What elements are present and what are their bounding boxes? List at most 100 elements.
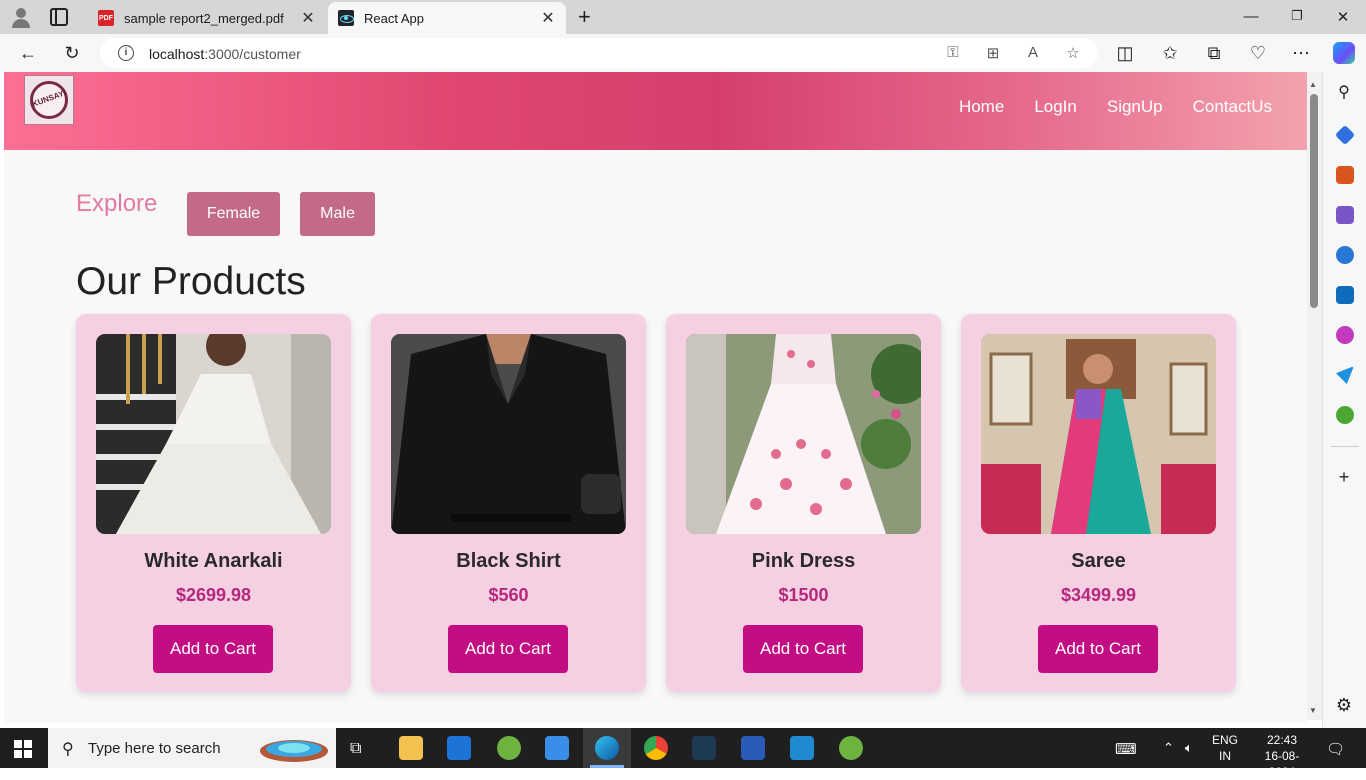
explore-label: Explore	[76, 190, 158, 217]
favorite-star-icon[interactable]: ☆	[1063, 44, 1083, 62]
split-screen-icon[interactable]: ◫	[1114, 42, 1136, 64]
settings-gear-icon[interactable]: ⚙	[1333, 694, 1355, 716]
key-icon[interactable]: ⚿	[943, 44, 963, 61]
product-card: Pink Dress $1500 Add to Cart	[666, 314, 941, 692]
vscode-icon[interactable]	[790, 736, 814, 760]
react-icon	[338, 10, 354, 26]
pdf-icon: PDF	[98, 10, 114, 26]
product-name: Saree	[1071, 550, 1126, 572]
outlook-icon[interactable]	[1336, 286, 1354, 304]
add-to-cart-button[interactable]: Add to Cart	[743, 625, 863, 673]
copilot-icon[interactable]	[1333, 42, 1355, 64]
favorites-icon[interactable]: ✩	[1159, 42, 1181, 64]
product-card: White Anarkali $2699.98 Add to Cart	[76, 314, 351, 692]
minimize-icon[interactable]: —	[1241, 8, 1261, 25]
read-aloud-icon[interactable]: A	[1023, 44, 1043, 61]
add-to-cart-button[interactable]: Add to Cart	[1038, 625, 1158, 673]
language-indicator[interactable]: ENG IN	[1212, 732, 1238, 764]
refresh-icon[interactable]: ↻	[61, 42, 83, 64]
address-bar[interactable]: i localhost:3000/customer ⚿ ⊞ A ☆	[100, 38, 1098, 68]
word-icon[interactable]	[741, 736, 765, 760]
clock[interactable]: 22:43 16-08-2024	[1252, 732, 1312, 780]
back-icon[interactable]: ←	[17, 42, 39, 64]
nav-contactus[interactable]: ContactUs	[1193, 97, 1272, 117]
product-price: $3499.99	[1060, 585, 1137, 605]
designer-icon[interactable]	[1336, 326, 1354, 344]
volume-icon[interactable]: 🔈︎	[1185, 740, 1193, 756]
task-view-icon[interactable]: ⧉	[350, 740, 361, 758]
product-price: $560	[488, 585, 529, 605]
taskbar-search-input[interactable]: ⚲ Type here to search	[48, 728, 336, 768]
sidebar-divider	[1331, 446, 1359, 447]
microsoft365-icon[interactable]	[1336, 246, 1354, 264]
tab-title: React App	[364, 10, 424, 26]
product-name: Pink Dress	[751, 550, 856, 572]
close-icon[interactable]: ✕	[298, 8, 318, 28]
collections-icon[interactable]: ⧉	[1203, 42, 1225, 64]
mail-icon[interactable]	[447, 736, 471, 760]
windows-taskbar: ⚲ Type here to search ⧉ ⌨ ⌃ 🔈︎ ENG IN 22…	[0, 728, 1366, 779]
product-image-pink-dress[interactable]	[686, 334, 921, 534]
female-filter-button[interactable]: Female	[187, 192, 280, 236]
tools-icon[interactable]	[1336, 166, 1354, 184]
url-text[interactable]: localhost:3000/customer	[149, 46, 301, 62]
scrollbar-thumb[interactable]	[1310, 94, 1318, 308]
restore-icon[interactable]: ❐	[1287, 8, 1307, 24]
product-image-black-shirt[interactable]	[391, 334, 626, 534]
mysql-workbench-icon[interactable]	[692, 736, 716, 760]
windows-start-icon[interactable]	[14, 740, 32, 758]
profile-icon[interactable]	[8, 5, 34, 29]
notifications-icon[interactable]: 🗨︎	[1326, 740, 1345, 758]
close-icon[interactable]: ✕	[538, 8, 558, 28]
nav-signup[interactable]: SignUp	[1107, 97, 1163, 117]
tab-actions-icon[interactable]	[50, 8, 68, 26]
tab-title: sample report2_merged.pdf	[124, 10, 284, 26]
tree-icon[interactable]	[1336, 406, 1354, 424]
site-info-icon[interactable]: i	[118, 45, 134, 61]
window-close-icon[interactable]: ✕	[1333, 8, 1353, 26]
search-highlight-icon	[260, 740, 328, 762]
scroll-down-icon[interactable]: ▼	[1309, 706, 1317, 715]
file-explorer-icon[interactable]	[399, 736, 423, 760]
tab-pdf[interactable]: PDF sample report2_merged.pdf ✕	[88, 2, 326, 34]
games-icon[interactable]	[1336, 206, 1354, 224]
product-image-saree[interactable]	[981, 334, 1216, 534]
products-heading: Our Products	[76, 260, 306, 303]
chevron-up-icon[interactable]: ⌃	[1163, 740, 1174, 756]
browser-toolbar: ← ↻ i localhost:3000/customer ⚿ ⊞ A ☆ ◫ …	[0, 34, 1366, 72]
product-price: $2699.98	[175, 585, 252, 605]
edge-browser-icon[interactable]	[595, 736, 619, 760]
spring-tool-icon[interactable]	[497, 736, 521, 760]
chrome-icon[interactable]	[644, 736, 668, 760]
apps-icon[interactable]: ⊞	[983, 44, 1003, 62]
nav-home[interactable]: Home	[959, 97, 1004, 117]
male-filter-button[interactable]: Male	[300, 192, 375, 236]
add-icon[interactable]: +	[1333, 466, 1355, 488]
store-icon[interactable]	[545, 736, 569, 760]
keyboard-icon[interactable]: ⌨	[1115, 740, 1137, 758]
product-name: White Anarkali	[144, 550, 283, 572]
performance-icon[interactable]: ♡	[1247, 42, 1269, 64]
browser-tab-bar: PDF sample report2_merged.pdf ✕ React Ap…	[0, 0, 1366, 34]
product-card: Saree $3499.99 Add to Cart	[961, 314, 1236, 692]
product-price: $1500	[778, 585, 829, 605]
nav-login[interactable]: LogIn	[1034, 97, 1077, 117]
product-card: Black Shirt $560 Add to Cart	[371, 314, 646, 692]
add-to-cart-button[interactable]: Add to Cart	[153, 625, 273, 673]
send-icon[interactable]	[1336, 366, 1354, 384]
spring-boot-icon[interactable]	[839, 736, 863, 760]
search-icon: ⚲	[62, 741, 74, 758]
more-menu-icon[interactable]: ⋯	[1290, 42, 1312, 64]
page-viewport: KUNSAYI Home LogIn SignUp ContactUs Expl…	[4, 72, 1307, 723]
tab-react-app[interactable]: React App ✕	[328, 2, 566, 34]
edge-sidebar: ⚲ + ⚙	[1322, 72, 1366, 728]
add-to-cart-button[interactable]: Add to Cart	[448, 625, 568, 673]
nav-links: Home LogIn SignUp ContactUs	[959, 97, 1272, 117]
new-tab-icon[interactable]: +	[578, 6, 591, 28]
shopping-tag-icon[interactable]	[1334, 124, 1356, 146]
product-image-white-anarkali[interactable]	[96, 334, 331, 534]
site-logo[interactable]: KUNSAYI	[24, 75, 74, 125]
scroll-up-icon[interactable]: ▲	[1309, 80, 1317, 89]
product-name: Black Shirt	[456, 550, 561, 572]
search-icon[interactable]: ⚲	[1333, 82, 1355, 104]
